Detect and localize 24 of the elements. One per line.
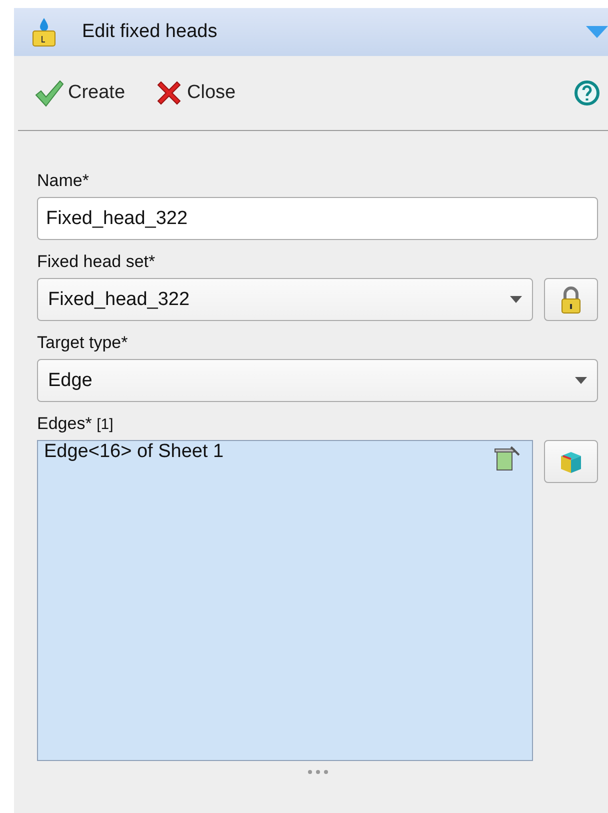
dropdown-caret-icon: [510, 296, 522, 303]
fixed-head-set-dropdown[interactable]: Fixed_head_322: [37, 278, 533, 321]
checkmark-icon: [34, 78, 64, 108]
dropdown-caret-icon: [575, 377, 587, 384]
help-icon[interactable]: [574, 80, 600, 106]
lock-button[interactable]: [544, 278, 598, 321]
target-type-dropdown[interactable]: Edge: [37, 359, 598, 402]
candle-icon: [30, 16, 58, 48]
edges-list[interactable]: Edge<16> of Sheet 1: [37, 440, 533, 761]
create-button[interactable]: Create: [34, 78, 126, 108]
field-label: Fixed head set*: [37, 252, 156, 273]
resize-grip-icon[interactable]: [306, 769, 330, 775]
collapse-arrow-icon[interactable]: [586, 26, 608, 38]
cross-icon: [155, 79, 184, 107]
trash-icon[interactable]: [494, 445, 520, 471]
select-geometry-button[interactable]: [544, 440, 598, 483]
field-label: Edges* [1]: [37, 414, 114, 435]
close-button[interactable]: Close: [155, 79, 236, 107]
field-label: Name*: [37, 171, 90, 192]
padlock-icon: [560, 286, 582, 314]
field-label: Target type*: [37, 333, 129, 354]
panel-title: Edit fixed heads: [82, 21, 218, 43]
name-field[interactable]: Fixed_head_322: [37, 197, 598, 240]
list-item[interactable]: Edge<16> of Sheet 1: [44, 441, 526, 463]
